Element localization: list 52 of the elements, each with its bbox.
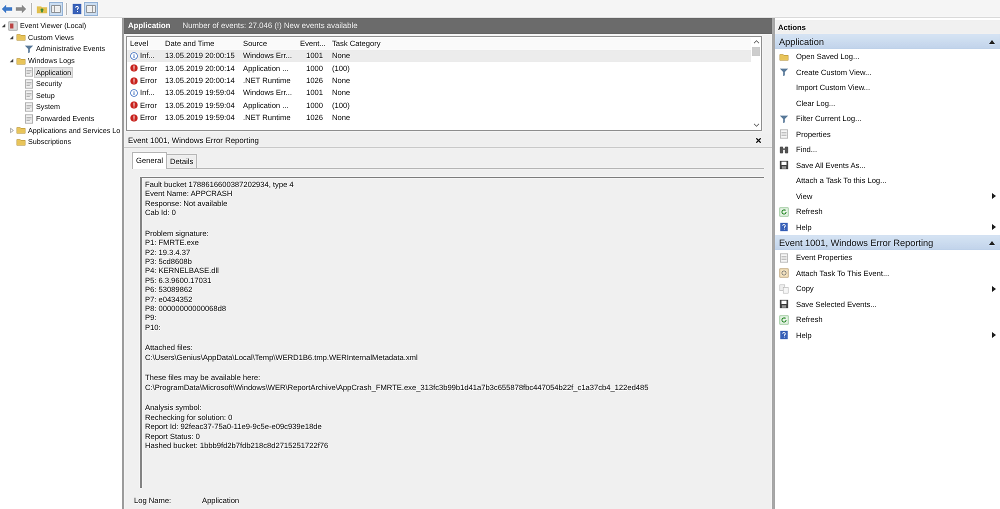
filter-icon <box>779 114 789 124</box>
log-icon <box>24 102 34 112</box>
help-icon <box>779 330 789 340</box>
pane-icon[interactable] <box>85 2 97 14</box>
submenu-arrow-icon[interactable] <box>992 332 996 338</box>
expand-arrow-icon[interactable] <box>8 126 15 134</box>
folder-icon <box>16 136 26 147</box>
collapse-icon[interactable] <box>989 240 995 244</box>
help-icon <box>779 222 789 232</box>
properties-icon <box>779 252 789 263</box>
binoculars-icon <box>779 144 789 155</box>
filter-icon <box>779 67 789 78</box>
collapse-arrow-icon[interactable] <box>8 57 15 64</box>
folder-icon <box>779 52 789 62</box>
properties-icon <box>779 129 789 140</box>
log-icon <box>24 78 34 89</box>
copy-icon <box>779 284 789 294</box>
back-icon[interactable] <box>1 2 13 14</box>
help-icon[interactable] <box>71 2 83 14</box>
error-icon <box>130 114 138 122</box>
filter-icon <box>24 44 34 54</box>
forward-icon[interactable] <box>15 2 27 14</box>
folder-icon <box>16 32 26 42</box>
log-icon <box>24 67 34 78</box>
log-icon <box>24 90 34 100</box>
save-icon <box>779 299 789 310</box>
error-icon <box>130 64 138 72</box>
task-icon <box>779 268 789 278</box>
error-icon <box>130 76 138 85</box>
pane-icon[interactable] <box>50 2 62 14</box>
folder-icon <box>16 125 26 136</box>
log-icon <box>24 114 34 124</box>
section-title: Application <box>779 36 824 46</box>
info-icon <box>130 88 138 97</box>
collapse-arrow-icon[interactable] <box>0 22 7 30</box>
submenu-arrow-icon[interactable] <box>992 286 996 292</box>
scroll-thumb[interactable] <box>752 46 760 56</box>
section-title: Event 1001, Windows Error Reporting <box>779 238 934 248</box>
submenu-arrow-icon[interactable] <box>992 193 996 200</box>
submenu-arrow-icon[interactable] <box>992 224 996 230</box>
error-icon <box>130 101 138 110</box>
close-icon[interactable] <box>755 137 762 144</box>
event-viewer-icon <box>8 20 18 31</box>
refresh-icon <box>779 314 789 325</box>
section-header[interactable]: Event 1001, Windows Error Reporting <box>775 235 1000 250</box>
collapse-icon[interactable] <box>989 40 995 44</box>
refresh-icon <box>779 206 789 217</box>
folder-icon <box>16 56 26 66</box>
info-icon <box>130 52 138 60</box>
section-header[interactable]: Application <box>775 34 1000 49</box>
save-icon <box>779 160 789 170</box>
collapse-arrow-icon[interactable] <box>8 34 15 41</box>
